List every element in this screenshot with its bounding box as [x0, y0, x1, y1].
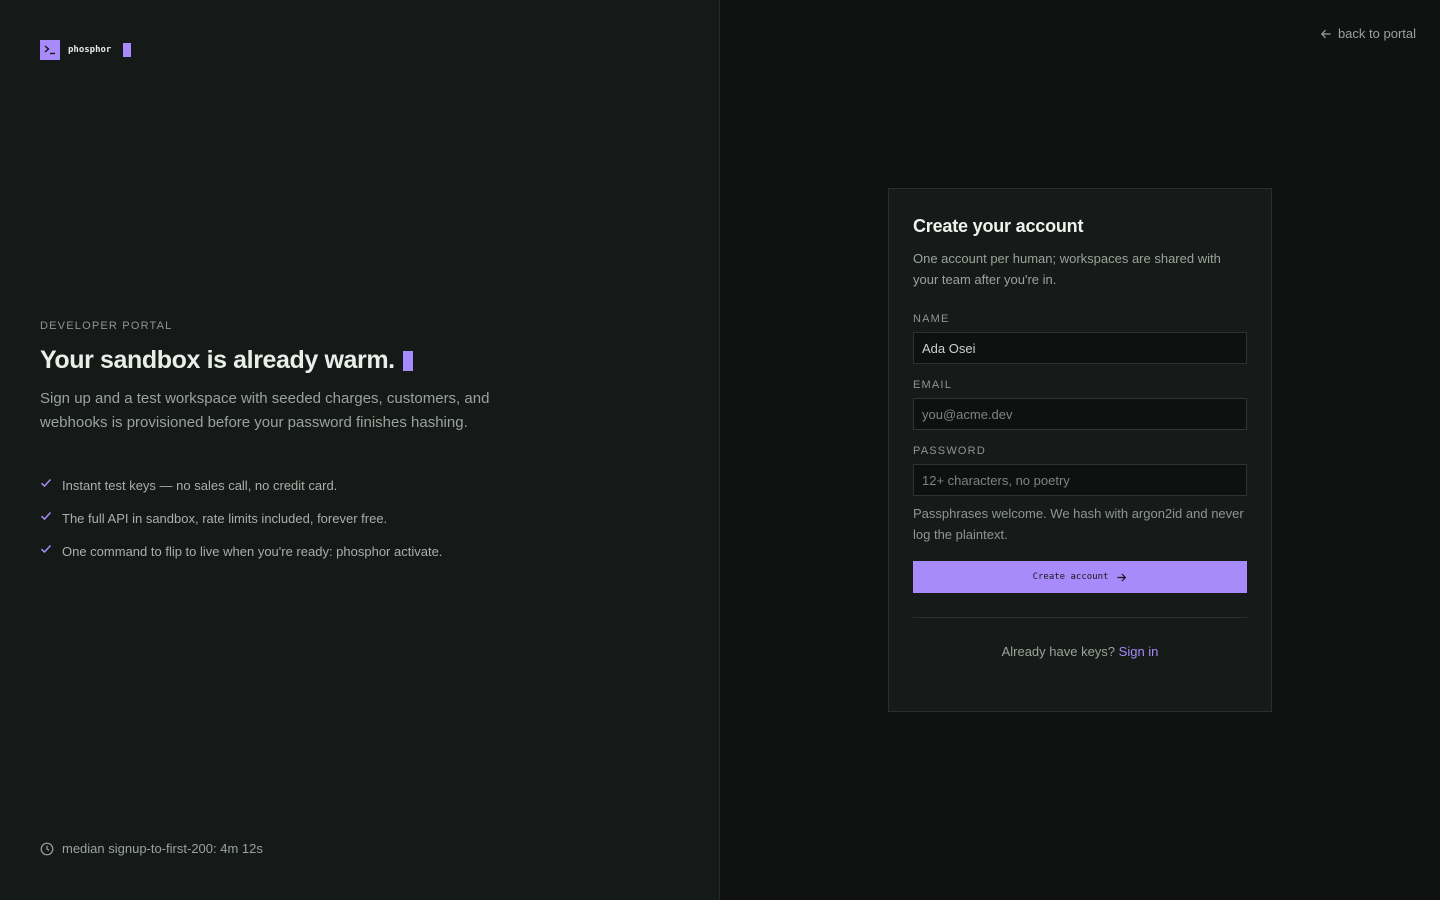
check-icon — [40, 478, 52, 487]
brand-logo: phosphor — [40, 40, 132, 60]
feature-item: Instant test keys — no sales call, no cr… — [40, 469, 500, 502]
form-title: Create your account — [913, 216, 1084, 236]
check-icon — [40, 511, 52, 520]
brand-name: phosphor — [68, 45, 112, 55]
signin-prompt-text: Already have keys? — [1001, 644, 1116, 659]
metric-text: median signup-to-first-200: 4m 12s — [62, 840, 263, 856]
terminal-prompt-icon — [40, 40, 60, 60]
password-hint: Passphrases welcome. We hash with argon2… — [913, 506, 1244, 542]
clock-icon — [40, 842, 54, 856]
back-link-label: back to portal — [1337, 26, 1416, 41]
hero-eyebrow: DEVELOPER PORTAL — [40, 320, 173, 332]
back-to-portal-link[interactable]: back to portal — [1320, 26, 1416, 41]
form-subtitle: One account per human; workspaces are sh… — [913, 251, 1221, 287]
create-account-label: Create account — [1032, 572, 1109, 582]
email-input[interactable] — [913, 398, 1247, 430]
sign-in-link[interactable]: Sign in — [1119, 644, 1159, 659]
form-panel: back to portal Create your account One a… — [720, 0, 1440, 900]
arrow-left-icon — [1320, 29, 1331, 38]
feature-text: Instant test keys — no sales call, no cr… — [62, 478, 338, 493]
feature-item: One command to flip to live when you're … — [40, 535, 500, 568]
check-icon — [40, 544, 52, 553]
email-label: EMAIL — [913, 379, 953, 391]
hero-title-text: Your sandbox is already warm. — [40, 346, 395, 374]
hero-subtitle: Sign up and a test workspace with seeded… — [40, 390, 490, 431]
hero-title: Your sandbox is already warm. — [40, 346, 500, 375]
hero-panel: phosphor DEVELOPER PORTAL Your sandbox i… — [0, 0, 720, 900]
feature-text: One command to flip to live when you're … — [62, 544, 443, 559]
password-label: PASSWORD — [913, 445, 986, 457]
cursor-block — [402, 350, 413, 371]
name-input[interactable] — [913, 332, 1247, 364]
feature-text: The full API in sandbox, rate limits inc… — [62, 511, 388, 526]
password-input[interactable] — [913, 464, 1247, 496]
arrow-right-icon — [1117, 573, 1127, 581]
feature-item: The full API in sandbox, rate limits inc… — [40, 502, 500, 535]
signup-metric: median signup-to-first-200: 4m 12s — [40, 840, 263, 856]
divider — [913, 617, 1247, 618]
signup-card: Create your account One account per huma… — [888, 188, 1272, 712]
hero-content: DEVELOPER PORTAL Your sandbox is already… — [40, 320, 500, 568]
create-account-button[interactable]: Create account — [913, 561, 1247, 593]
name-label: NAME — [913, 313, 950, 325]
feature-list: Instant test keys — no sales call, no cr… — [40, 469, 500, 568]
signin-prompt: Already have keys? Sign in — [913, 644, 1247, 659]
cursor-block — [123, 43, 132, 57]
